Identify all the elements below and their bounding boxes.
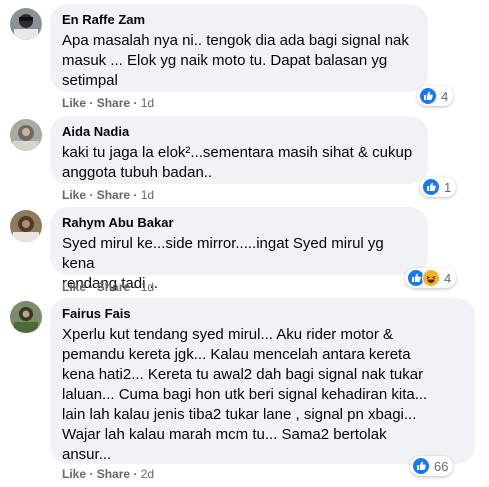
reaction-count: 4: [441, 88, 449, 104]
comment-timestamp[interactable]: 2d: [141, 467, 154, 481]
comment-timestamp[interactable]: 1d: [141, 96, 154, 110]
comment-bubble: Aida Nadia kaki tu jaga la elok²...semen…: [50, 116, 428, 184]
separator: ·: [133, 188, 141, 202]
separator: ·: [133, 467, 141, 481]
separator: ·: [89, 467, 97, 481]
avatar[interactable]: [10, 8, 42, 40]
separator: ·: [89, 280, 97, 294]
separator: ·: [89, 188, 97, 202]
like-button[interactable]: Like: [62, 188, 86, 202]
reaction-summary[interactable]: 4: [417, 86, 454, 106]
reaction-summary[interactable]: 66: [410, 456, 454, 476]
share-button[interactable]: Share: [97, 188, 130, 202]
comment-timestamp[interactable]: 1d: [141, 188, 154, 202]
like-button[interactable]: Like: [62, 467, 86, 481]
comment-actions: Like · Share · 1d: [62, 95, 154, 111]
comment-author[interactable]: Aida Nadia: [62, 123, 416, 140]
separator: ·: [133, 280, 141, 294]
comment-text: kaki tu jaga la elok²...sementara masih …: [62, 144, 413, 181]
comment-actions: Like · Share · 1d: [62, 279, 154, 295]
reaction-summary[interactable]: 1: [420, 177, 457, 197]
comment-bubble: En Raffe Zam Apa masalah nya ni.. tengok…: [50, 4, 428, 92]
like-icon: [419, 87, 437, 105]
comment-actions: Like · Share · 1d: [62, 187, 154, 203]
share-button[interactable]: Share: [97, 96, 130, 110]
reaction-count: 1: [444, 179, 452, 195]
comment-author[interactable]: En Raffe Zam: [62, 11, 416, 28]
comment-timestamp[interactable]: 1d: [141, 280, 154, 294]
comment-text: Apa masalah nya ni.. tengok dia ada bagi…: [62, 32, 409, 89]
comment-author[interactable]: Fairus Fais: [62, 305, 463, 322]
share-button[interactable]: Share: [97, 280, 130, 294]
like-icon: [412, 457, 430, 475]
comment-text: Xperlu kut tendang syed mirul... Aku rid…: [62, 326, 428, 463]
separator: ·: [133, 96, 141, 110]
share-button[interactable]: Share: [97, 467, 130, 481]
comment-author[interactable]: Rahym Abu Bakar: [62, 214, 416, 231]
like-button[interactable]: Like: [62, 96, 86, 110]
avatar[interactable]: [10, 301, 42, 333]
comment-bubble: Rahym Abu Bakar Syed mirul ke...side mir…: [50, 207, 428, 292]
separator: ·: [89, 96, 97, 110]
reaction-count: 4: [444, 270, 452, 286]
comment-actions: Like · Share · 2d: [62, 466, 154, 482]
avatar[interactable]: [10, 210, 42, 242]
like-button[interactable]: Like: [62, 280, 86, 294]
reaction-summary[interactable]: 4: [405, 268, 457, 288]
comment-bubble: Fairus Fais Xperlu kut tendang syed miru…: [50, 298, 475, 464]
reaction-count: 66: [434, 458, 449, 474]
like-icon: [422, 178, 440, 196]
haha-icon: [422, 269, 440, 287]
avatar[interactable]: [10, 119, 42, 151]
